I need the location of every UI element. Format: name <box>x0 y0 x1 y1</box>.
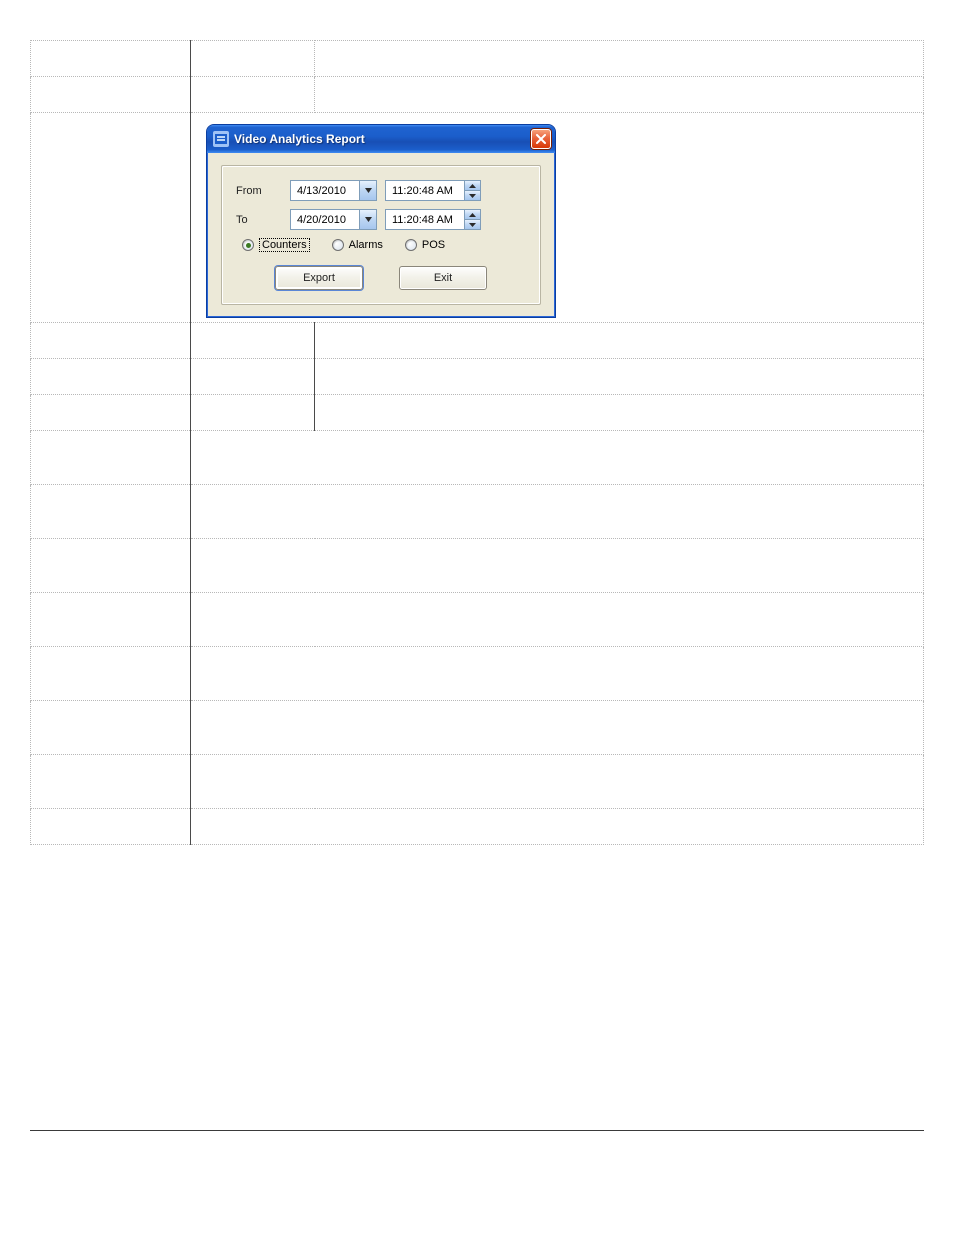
radio-alarms-label: Alarms <box>349 239 383 251</box>
close-icon <box>536 134 546 144</box>
to-time-spinner[interactable]: 11:20:48 AM <box>385 209 481 230</box>
chevron-up-icon <box>469 213 476 217</box>
from-time-value: 11:20:48 AM <box>386 181 464 200</box>
to-label: To <box>236 214 282 226</box>
from-time-up[interactable] <box>465 181 480 190</box>
to-date-dropdown[interactable] <box>359 210 376 229</box>
from-date-value: 4/13/2010 <box>291 181 359 200</box>
radio-counters-label: Counters <box>259 238 310 252</box>
to-time-up[interactable] <box>465 210 480 219</box>
chevron-up-icon <box>469 184 476 188</box>
exit-button[interactable]: Exit <box>399 266 487 290</box>
radio-pos[interactable]: POS <box>405 239 445 251</box>
horizontal-rule <box>30 1130 924 1131</box>
radio-dot-icon <box>242 239 254 251</box>
to-date-picker[interactable]: 4/20/2010 <box>290 209 377 230</box>
radio-dot-icon <box>405 239 417 251</box>
date-range-group: From 4/13/2010 11:20:48 AM To <box>221 165 541 305</box>
radio-alarms[interactable]: Alarms <box>332 239 383 251</box>
dialog-title: Video Analytics Report <box>234 132 531 146</box>
radio-dot-icon <box>332 239 344 251</box>
radio-counters[interactable]: Counters <box>242 238 310 252</box>
exit-button-label: Exit <box>434 272 452 284</box>
chevron-down-icon <box>469 223 476 227</box>
to-row: To 4/20/2010 11:20:48 AM <box>236 209 526 230</box>
to-date-value: 4/20/2010 <box>291 210 359 229</box>
export-button-label: Export <box>303 272 335 284</box>
from-label: From <box>236 185 282 197</box>
chevron-down-icon <box>365 217 372 222</box>
from-time-down[interactable] <box>465 190 480 200</box>
from-row: From 4/13/2010 11:20:48 AM <box>236 180 526 201</box>
from-date-dropdown[interactable] <box>359 181 376 200</box>
app-icon <box>213 131 229 147</box>
radio-pos-label: POS <box>422 239 445 251</box>
export-button[interactable]: Export <box>275 266 363 290</box>
to-time-value: 11:20:48 AM <box>386 210 464 229</box>
close-button[interactable] <box>531 129 551 149</box>
to-time-down[interactable] <box>465 219 480 229</box>
from-date-picker[interactable]: 4/13/2010 <box>290 180 377 201</box>
chevron-down-icon <box>469 194 476 198</box>
titlebar[interactable]: Video Analytics Report <box>207 125 555 153</box>
from-time-spinner[interactable]: 11:20:48 AM <box>385 180 481 201</box>
report-type-radios: Counters Alarms POS <box>236 238 526 252</box>
button-row: Export Exit <box>236 266 526 290</box>
chevron-down-icon <box>365 188 372 193</box>
video-analytics-report-dialog: Video Analytics Report From 4/13/2010 11… <box>206 124 556 318</box>
